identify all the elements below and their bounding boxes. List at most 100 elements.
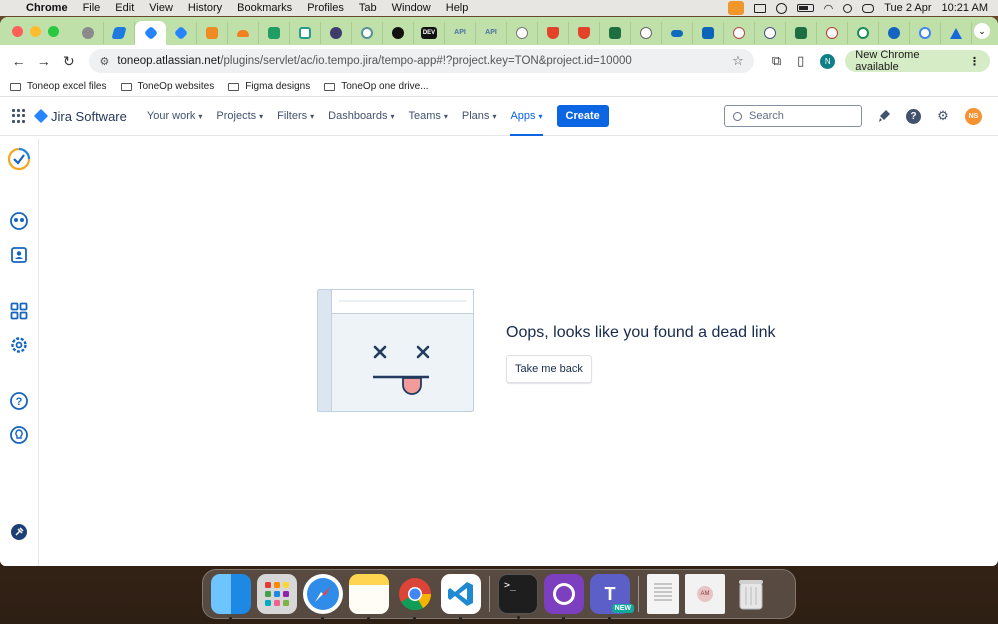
terminal-icon[interactable]: >_ [498,574,538,619]
search-input[interactable]: Search [724,105,862,127]
jira-software-logo[interactable]: Jira Software [33,109,127,124]
teams-icon[interactable]: T NEW [590,574,634,620]
settings-gear-icon[interactable]: ⚙ [935,108,951,124]
extensions-puzzle-icon[interactable]: ⧉ [772,53,781,69]
lightbulb-icon[interactable] [9,425,29,445]
browser-tab[interactable]: DEV [414,22,445,44]
trash-icon[interactable] [731,574,771,614]
back-arrow-icon[interactable]: ← [8,53,29,69]
browser-tab[interactable] [321,22,352,44]
help-icon[interactable]: ? [906,108,921,124]
browser-tab[interactable] [259,22,290,44]
safari-icon[interactable] [303,574,343,620]
browser-tab[interactable] [166,22,197,44]
menu-bookmarks[interactable]: Bookmarks [237,2,292,14]
browser-tab[interactable] [848,22,879,44]
browser-tab[interactable] [724,22,755,44]
browser-tab[interactable] [910,22,941,44]
tab-search-chevron-icon[interactable]: ⌄ [974,23,990,39]
github-desktop-icon[interactable] [544,574,584,620]
browser-tab[interactable] [290,22,321,44]
menu-app-name[interactable]: Chrome [26,2,68,14]
control-center-icon[interactable] [862,3,875,13]
dashboard-grid-icon[interactable] [9,301,29,321]
microphone-icon[interactable] [727,1,744,15]
address-bar[interactable]: ⚙ toneop.atlassian.net /plugins/servlet/… [89,49,754,73]
notifications-rocket-icon[interactable] [876,108,892,124]
menu-file[interactable]: File [83,2,101,14]
bookmark-star-icon[interactable]: ☆ [732,53,744,69]
recent-document-thumbnail[interactable] [647,574,679,614]
browser-tab[interactable] [755,22,786,44]
menu-profiles[interactable]: Profiles [307,2,344,14]
browser-tab[interactable] [352,22,383,44]
browser-tab[interactable] [786,22,817,44]
nav-your-work[interactable]: Your work ▾ [147,97,203,136]
browser-tab[interactable] [228,22,259,44]
forward-arrow-icon[interactable]: → [33,53,54,69]
browser-tab[interactable] [383,22,414,44]
user-avatar[interactable]: NS [965,107,982,125]
browser-tab[interactable] [507,22,538,44]
pin-icon[interactable] [9,522,29,542]
browser-tab[interactable] [538,22,569,44]
spotlight-search-icon[interactable] [843,3,853,13]
nav-apps[interactable]: Apps ▾ [510,97,543,136]
nav-filters[interactable]: Filters ▾ [277,97,314,136]
browser-tab[interactable] [941,22,972,44]
browser-tab[interactable] [600,22,631,44]
app-switcher-grid-icon[interactable] [12,109,26,123]
profile-avatar[interactable]: N [820,53,836,69]
nav-plans[interactable]: Plans ▾ [462,97,497,136]
nav-dashboards[interactable]: Dashboards ▾ [328,97,394,136]
nav-teams[interactable]: Teams ▾ [408,97,447,136]
menu-help[interactable]: Help [446,2,469,14]
bookmark-folder[interactable]: ToneOp websites [120,81,214,92]
play-circle-icon[interactable] [775,2,787,14]
more-menu-icon[interactable]: ⋮ [969,55,980,68]
menu-window[interactable]: Window [392,2,431,14]
site-settings-icon[interactable]: ⚙ [99,55,109,68]
take-me-back-button[interactable]: Take me back [506,355,592,383]
browser-tab[interactable] [569,22,600,44]
new-chrome-available-button[interactable]: New Chrome available ⋮ [845,49,990,73]
browser-tab[interactable] [817,22,848,44]
browser-tab[interactable] [631,22,662,44]
menubar-time[interactable]: 10:21 AM [942,2,988,14]
browser-tab-active[interactable] [135,21,166,45]
bookmark-folder[interactable]: Figma designs [228,81,310,92]
launchpad-icon[interactable] [257,574,297,614]
finder-icon[interactable] [211,574,251,620]
browser-tab[interactable] [662,22,693,44]
settings-cog-icon[interactable] [9,335,29,355]
tempo-logo-icon[interactable] [7,147,31,171]
help-question-icon[interactable]: ? [9,391,29,411]
browser-tab[interactable] [197,22,228,44]
browser-tab[interactable] [879,22,910,44]
menubar-date[interactable]: Tue 2 Apr [884,2,931,14]
user-profile-icon[interactable] [9,245,29,265]
create-button[interactable]: Create [556,105,609,127]
vscode-icon[interactable] [441,574,481,620]
menu-edit[interactable]: Edit [115,2,134,14]
zoom-window-button[interactable] [48,25,59,37]
menu-tab[interactable]: Tab [359,2,377,14]
close-window-button[interactable] [12,25,23,37]
nav-projects[interactable]: Projects ▾ [216,97,263,136]
browser-tab[interactable] [693,22,724,44]
chrome-icon[interactable] [395,574,435,620]
battery-icon[interactable] [796,4,814,12]
notes-icon[interactable] [349,574,389,620]
browser-tab[interactable] [73,22,104,44]
team-network-icon[interactable] [9,211,29,231]
menu-view[interactable]: View [149,2,173,14]
meeting-window-thumbnail[interactable]: AM [685,574,725,614]
bookmark-folder[interactable]: Toneop excel files [10,81,107,92]
bookmark-folder[interactable]: ToneOp one drive... [324,81,429,92]
screen-share-icon[interactable] [753,3,766,13]
reload-icon[interactable]: ↻ [58,53,79,70]
browser-tab[interactable]: API [445,22,476,44]
minimize-window-button[interactable] [30,25,41,37]
browser-tab[interactable] [104,22,135,44]
wifi-icon[interactable]: ◠ [824,2,834,15]
